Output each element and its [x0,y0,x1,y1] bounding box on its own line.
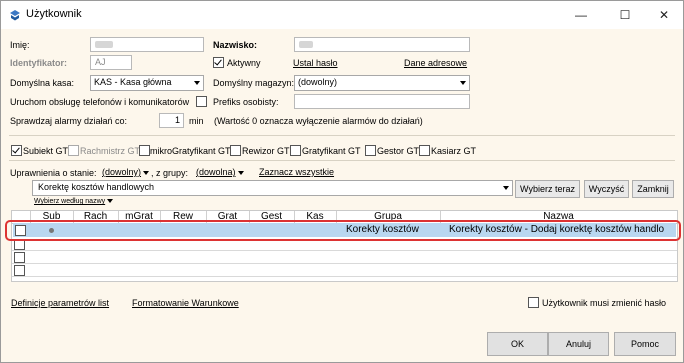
role-label-gestor: Gestor GT [377,146,420,156]
role-label-subiekt: Subiekt GT [23,146,69,156]
table-row[interactable] [12,251,677,264]
row-select-checkbox[interactable] [14,265,25,276]
domyslna-kasa-value: KAS - Kasa główna [94,77,172,87]
alarmy-input[interactable]: 1 [159,113,184,128]
identyfikator-value: AJ [95,57,106,67]
domyslny-magazyn-value: (dowolny) [298,77,338,87]
chevron-down-icon [107,199,114,204]
permission-search-combo[interactable]: Korektę kosztów handlowych [32,180,513,196]
user-dialog: Użytkownik — ☐ ✕ Imię: Nazwisko: Identyf… [0,0,684,363]
domyslna-kasa-label: Domyślna kasa: [10,78,75,88]
divider [9,135,675,136]
nazwisko-label: Nazwisko: [213,40,258,50]
uruchom-label: Uruchom obsługę telefonów i komunikatoró… [10,97,190,107]
minimize-button[interactable]: — [563,1,599,29]
role-checkbox-rachmistrz [68,145,79,156]
table-row[interactable] [12,264,677,277]
nazwisko-input[interactable] [294,37,470,52]
imie-input[interactable] [90,37,204,52]
app-icon [10,10,20,21]
zamknij-button[interactable]: Zamknij [632,180,674,198]
role-label-rewizor: Rewizor GT [242,146,290,156]
musi-zmienic-checkbox[interactable] [528,297,539,308]
domyslna-kasa-select[interactable]: KAS - Kasa główna [90,75,204,91]
prefiks-input[interactable] [294,94,470,109]
domyslny-magazyn-label: Domyślny magazyn: [213,78,295,88]
role-checkbox-rewizor[interactable] [230,145,241,156]
stan-value: (dowolny) [102,167,142,177]
prefiks-label: Prefiks osobisty: [213,97,279,107]
title-bar: Użytkownik — ☐ ✕ [1,1,683,29]
maximize-button[interactable]: ☐ [607,1,643,29]
grupa-value: (dowolna) [196,167,236,177]
role-label-gratyfikant: Gratyfikant GT [302,146,361,156]
role-label-mikrogratyfikant: mikroGratyfikant GT [150,146,231,156]
uruchom-checkbox[interactable] [196,96,207,107]
role-checkbox-gestor[interactable] [365,145,376,156]
domyslny-magazyn-select[interactable]: (dowolny) [294,75,470,91]
role-checkbox-mikrogratyfikant[interactable] [139,145,150,156]
grupa-label: , z grupy: [151,168,189,178]
wybierz-teraz-button[interactable]: Wybierz teraz [515,180,580,198]
identyfikator-label: Identyfikator: [10,58,68,68]
permission-search-value: Korektę kosztów handlowych [38,182,155,192]
zaznacz-wszystkie-link[interactable]: Zaznacz wszystkie [259,167,334,177]
role-checkbox-kasiarz[interactable] [419,145,430,156]
chevron-down-icon [194,81,200,85]
highlight-box [5,220,681,241]
stan-label: Uprawnienia o stanie: [10,168,97,178]
identyfikator-input[interactable]: AJ [90,55,132,70]
alarmy-label: Sprawdzaj alarmy działań co: [10,116,128,126]
aktywny-label: Aktywny [227,58,261,68]
row-select-checkbox[interactable] [14,252,25,263]
stan-dropdown[interactable]: (dowolny) [102,167,150,177]
definicje-link[interactable]: Definicje parametrów list [11,298,109,308]
role-checkbox-gratyfikant[interactable] [290,145,301,156]
window-title: Użytkownik [26,8,82,20]
ustal-haslo-link[interactable]: Ustal hasło [293,58,338,68]
role-label-kasiarz: Kasiarz GT [431,146,477,156]
wybierz-wedlug-label: Wybierz według nazwy [34,198,106,205]
anuluj-button[interactable]: Anuluj [548,332,609,356]
formatowanie-link[interactable]: Formatowanie Warunkowe [132,298,239,308]
chevron-down-icon [237,170,244,175]
chevron-down-icon [460,81,466,85]
close-button[interactable]: ✕ [646,1,682,29]
chevron-down-icon [143,170,150,175]
pomoc-button[interactable]: Pomoc [614,332,676,356]
role-label-rachmistrz: Rachmistrz GT [80,146,141,156]
divider [9,160,675,161]
alarmy-hint: (Wartość 0 oznacza wyłączenie alarmów do… [214,116,423,126]
aktywny-checkbox[interactable] [213,57,224,68]
alarmy-unit: min [189,116,204,126]
wybierz-wedlug-dropdown[interactable]: Wybierz według nazwy [34,198,114,205]
grupa-dropdown[interactable]: (dowolna) [196,167,244,177]
role-checkbox-subiekt[interactable] [11,145,22,156]
alarmy-value: 1 [174,115,180,125]
ok-button[interactable]: OK [487,332,548,356]
dane-adresowe-link[interactable]: Dane adresowe [404,58,467,68]
imie-label: Imię: [10,40,30,50]
chevron-down-icon [503,186,509,190]
musi-zmienic-label: Użytkownik musi zmienić hasło [542,298,667,308]
wyczysc-button[interactable]: Wyczyść [584,180,629,198]
